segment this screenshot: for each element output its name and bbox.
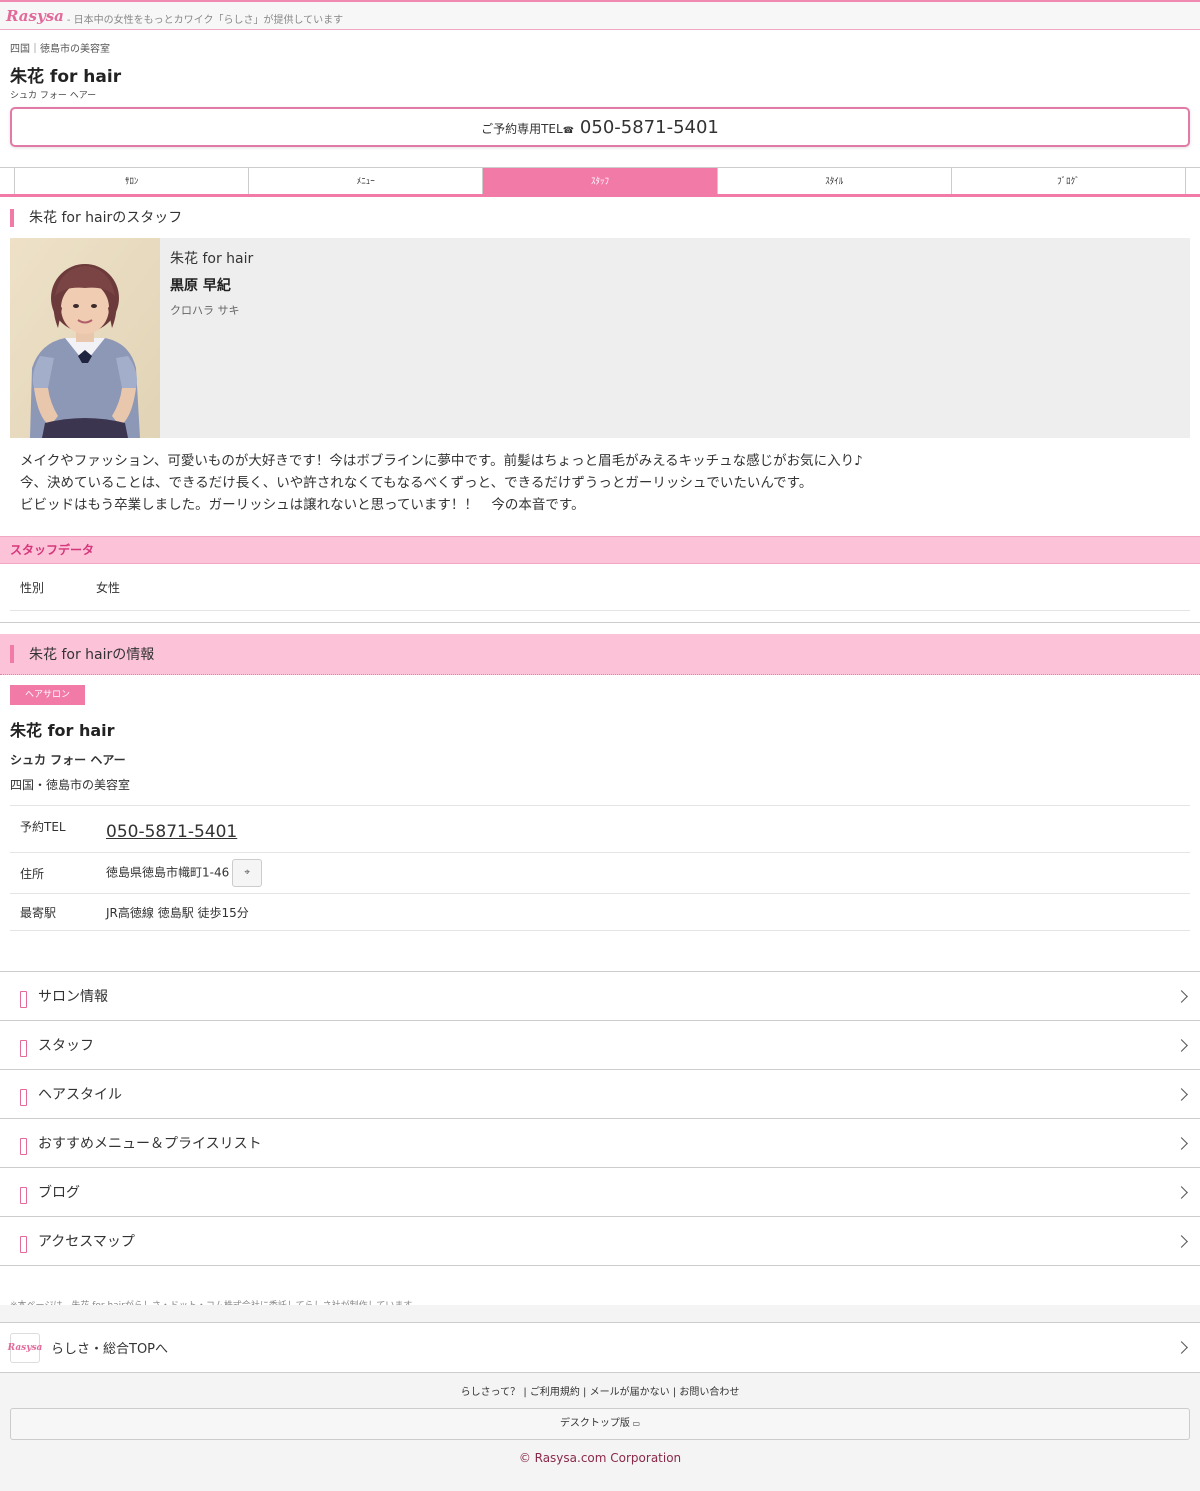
address-text: 徳島県徳島市幟町1-46 [106, 865, 230, 880]
address-value: 徳島県徳島市幟町1-46 ⌖ [106, 859, 263, 887]
salon-name: 朱花 for hair [10, 67, 122, 87]
staff-photo [10, 238, 160, 438]
title-marker [10, 645, 14, 663]
staff-info: 朱花 for hair 黒原 早紀 クロハラ サキ [160, 238, 263, 438]
bookmark-icon [20, 1137, 27, 1155]
staff-data-row: 性別 女性 [10, 564, 1190, 611]
nav-hairstyle[interactable]: ヘアスタイル [0, 1070, 1200, 1119]
divider [0, 622, 1200, 623]
category-badge: ヘアサロン [10, 685, 86, 705]
top-link-label: らしさ・総合TOPへ [51, 1342, 169, 1357]
rasysa-logo[interactable]: Rasysa [6, 7, 64, 25]
tagline: - 日本中の女性をもっとカワイク「らしさ」が提供しています [66, 15, 344, 26]
tab-bar: ｻﾛﾝ ﾒﾆｭｰ ｽﾀｯﾌ ｽﾀｲﾙ ﾌﾞﾛｸﾞ [0, 167, 1200, 197]
nav-staff[interactable]: スタッフ [0, 1021, 1200, 1070]
station-value: JR高徳線 徳島駅 徒歩15分 [106, 905, 249, 920]
description-line: 今、決めていることは、できるだけ長く、いや許されなくてもなるべくずっと、できるだ… [20, 475, 813, 491]
nav-label: スタッフ [38, 1038, 94, 1054]
reservation-tel-button[interactable]: ご予約専用TEL☎ 050-5871-5401 [10, 107, 1190, 147]
salon-kana: シュカ フォー ヘアー [10, 91, 97, 101]
chevron-right-icon [1175, 1341, 1188, 1354]
data-key: 性別 [20, 580, 45, 595]
info-section-title: 朱花 for hairの情報 [0, 634, 1200, 675]
info-row-address: 住所 徳島県徳島市幟町1-46 ⌖ [10, 853, 1190, 894]
tab-salon[interactable]: ｻﾛﾝ [14, 168, 249, 194]
staff-kana: クロハラ サキ [170, 304, 240, 317]
chevron-right-icon [1175, 1185, 1188, 1199]
desktop-label: デスクトップ版 [559, 1418, 630, 1429]
description-line: メイクやファッション、可愛いものが大好きです！今はボブラインに夢中です。前髪はち… [20, 453, 863, 469]
tel-number[interactable]: 050-5871-5401 [580, 117, 719, 138]
staff-card: 朱花 for hair 黒原 早紀 クロハラ サキ [10, 238, 1190, 438]
staff-salon-name: 朱花 for hair [170, 251, 254, 267]
copyright: © Rasysa.com Corporation [518, 1451, 682, 1465]
station-key: 最寄駅 [20, 905, 57, 920]
staff-name: 黒原 早紀 [170, 278, 231, 294]
bookmark-icon [20, 990, 27, 1008]
chevron-right-icon [1175, 1087, 1188, 1101]
map-icon[interactable]: ⌖ [232, 859, 263, 887]
phone-icon: ☎ [562, 126, 574, 136]
description-line: ビビッドはもう卒業しました。ガーリッシュは譲れないと思っています！！ 今の本音で… [20, 497, 585, 513]
address-key: 住所 [20, 866, 45, 881]
breadcrumb: 四国｜徳島市の美容室 [10, 44, 110, 55]
tab-menu[interactable]: ﾒﾆｭｰ [248, 168, 483, 194]
nav-menu-price[interactable]: おすすめメニュー＆プライスリスト [0, 1119, 1200, 1168]
chevron-right-icon [1175, 1038, 1188, 1052]
info-salon-kana: シュカ フォー ヘアー [10, 753, 126, 767]
nav-access-map[interactable]: アクセスマップ [0, 1217, 1200, 1266]
chevron-right-icon [1175, 1136, 1188, 1150]
rasysa-mini-logo: Rasysa [8, 1332, 42, 1363]
footer: Rasysa らしさ・総合TOPへ らしさって？ | ご利用規約 | メールが届… [0, 1305, 1200, 1491]
tab-blog[interactable]: ﾌﾞﾛｸﾞ [950, 168, 1187, 194]
salon-nav-list: サロン情報 スタッフ ヘアスタイル おすすめメニュー＆プライスリスト ブログ ア… [0, 971, 1200, 1266]
desktop-version-button[interactable]: デスクトップ版 ▭ [10, 1408, 1190, 1440]
chevron-right-icon [1175, 1234, 1188, 1248]
data-value: 女性 [96, 580, 121, 595]
nav-label: アクセスマップ [38, 1234, 135, 1250]
info-row-tel: 予約TEL 050-5871-5401 [10, 806, 1190, 853]
top-bar: Rasysa - 日本中の女性をもっとカワイク「らしさ」が提供しています [0, 0, 1200, 30]
info-row-station: 最寄駅 JR高徳線 徳島駅 徒歩15分 [10, 894, 1190, 931]
bookmark-icon [20, 1088, 27, 1106]
staff-section-title: 朱花 for hairのスタッフ [10, 209, 1190, 227]
tab-staff[interactable]: ｽﾀｯﾌ [482, 168, 717, 194]
monitor-icon: ▭ [629, 1419, 641, 1428]
staff-description: メイクやファッション、可愛いものが大好きです！今はボブラインに夢中です。前髪はち… [20, 450, 1180, 516]
nav-label: ブログ [38, 1185, 80, 1201]
info-title: 朱花 for hairの情報 [29, 647, 155, 663]
info-salon-name: 朱花 for hair [10, 721, 115, 740]
bookmark-icon [20, 1039, 27, 1057]
tel-link[interactable]: 050-5871-5401 [106, 822, 237, 842]
nav-label: おすすめメニュー＆プライスリスト [38, 1136, 262, 1152]
info-location: 四国・徳島市の美容室 [10, 778, 131, 792]
salon-header: 四国｜徳島市の美容室 朱花 for hair シュカ フォー ヘアー ご予約専用… [0, 30, 1200, 147]
bookmark-icon [20, 1186, 27, 1204]
tel-key: 予約TEL [20, 820, 66, 834]
info-table: 予約TEL 050-5871-5401 住所 徳島県徳島市幟町1-46 ⌖ 最寄駅… [10, 805, 1190, 931]
nav-label: ヘアスタイル [38, 1087, 122, 1103]
footer-links[interactable]: らしさって？ | ご利用規約 | メールが届かない | お問い合わせ [0, 1383, 1200, 1398]
nav-salon-info[interactable]: サロン情報 [0, 972, 1200, 1021]
tel-label: ご予約専用TEL☎ [481, 122, 574, 136]
rasysa-top-link[interactable]: Rasysa らしさ・総合TOPへ [0, 1322, 1200, 1373]
nav-label: サロン情報 [38, 989, 108, 1005]
nav-blog[interactable]: ブログ [0, 1168, 1200, 1217]
tab-style[interactable]: ｽﾀｲﾙ [716, 168, 951, 194]
staff-data-title: スタッフデータ [0, 536, 1200, 564]
chevron-right-icon [1175, 989, 1188, 1003]
bookmark-icon [20, 1235, 27, 1253]
